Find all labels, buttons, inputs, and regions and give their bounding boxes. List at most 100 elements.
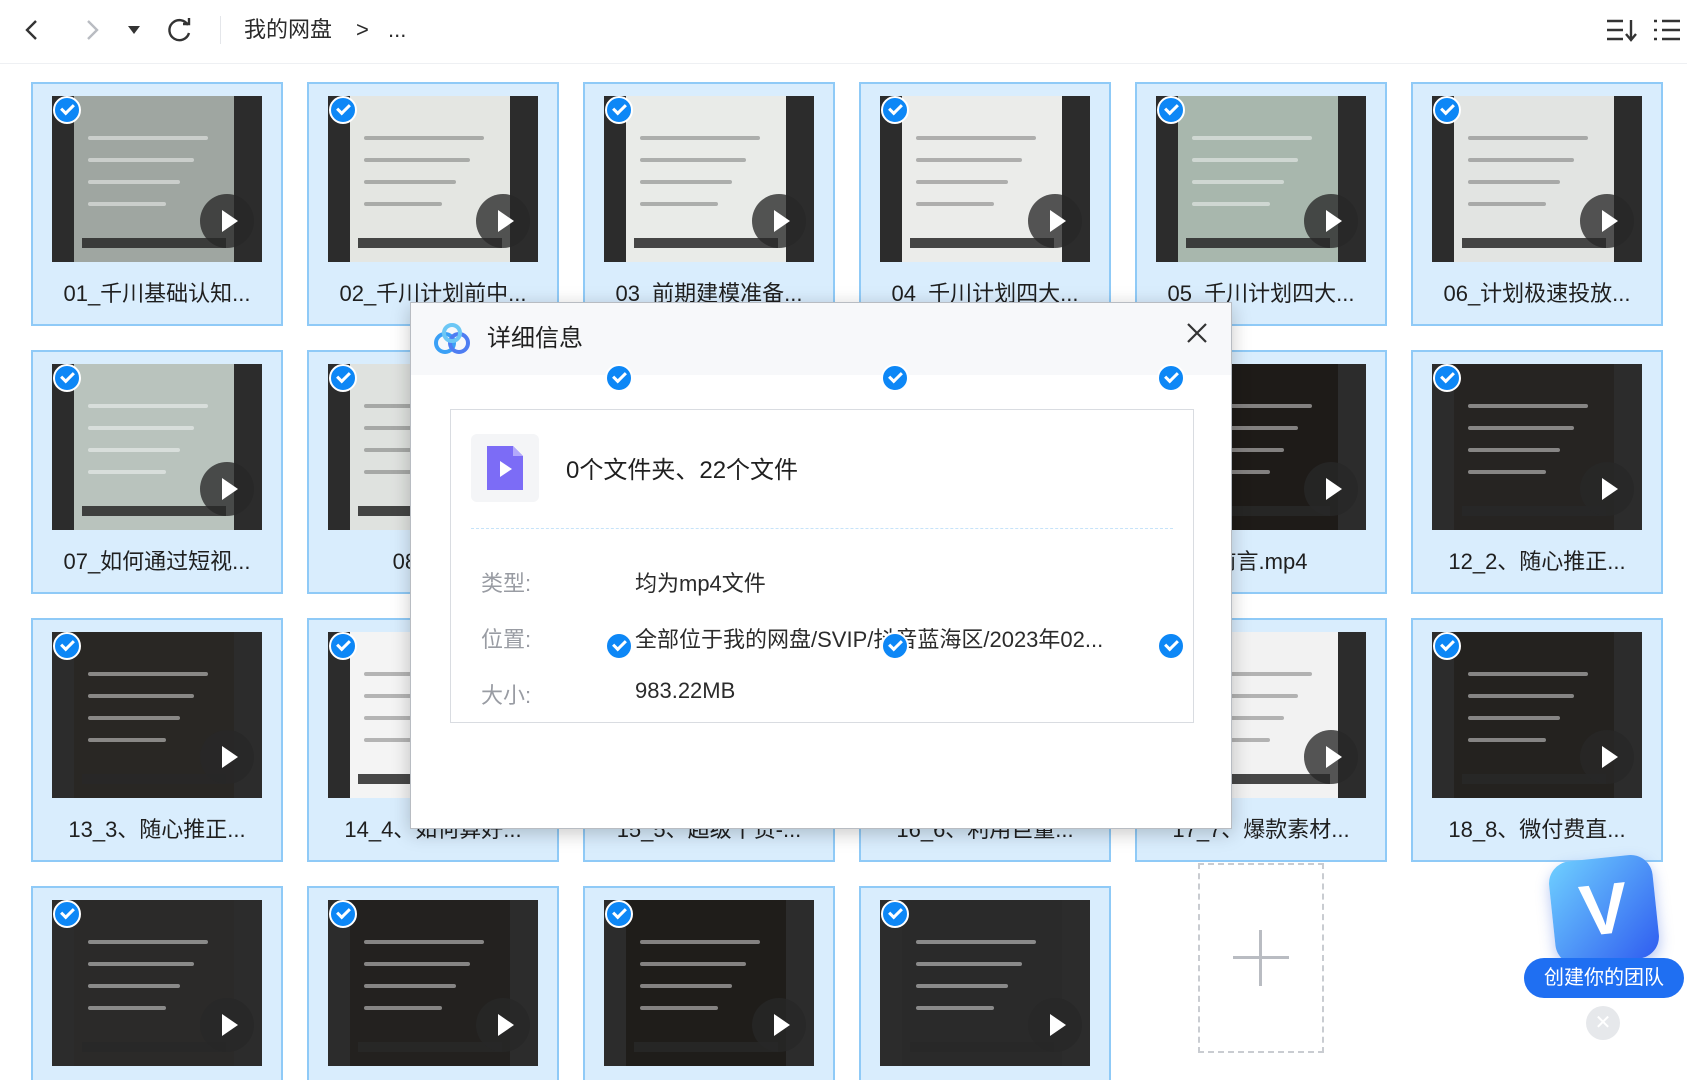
video-thumbnail bbox=[52, 632, 262, 798]
selected-check-icon[interactable] bbox=[605, 632, 633, 660]
svip-v-icon: V bbox=[1546, 852, 1662, 968]
promo-close-icon[interactable]: ✕ bbox=[1586, 1006, 1620, 1040]
play-icon[interactable] bbox=[1028, 194, 1082, 248]
card-divider bbox=[471, 528, 1173, 529]
selected-check-icon[interactable] bbox=[53, 632, 81, 660]
play-icon[interactable] bbox=[1304, 194, 1358, 248]
dialog-header: 详细信息 bbox=[411, 303, 1231, 375]
refresh-icon[interactable] bbox=[162, 12, 198, 48]
selected-check-icon[interactable] bbox=[329, 364, 357, 392]
selected-check-icon[interactable] bbox=[1433, 96, 1461, 124]
selected-check-icon[interactable] bbox=[1157, 632, 1185, 660]
play-icon[interactable] bbox=[200, 462, 254, 516]
play-icon[interactable] bbox=[200, 998, 254, 1052]
add-file-tile[interactable] bbox=[1198, 863, 1324, 1053]
baidu-netdisk-logo-icon bbox=[434, 323, 470, 354]
selected-check-icon[interactable] bbox=[1433, 364, 1461, 392]
file-tile[interactable]: 03_前期建模准备... bbox=[583, 82, 835, 326]
video-thumbnail bbox=[328, 900, 538, 1066]
play-icon[interactable] bbox=[476, 998, 530, 1052]
selected-check-icon[interactable] bbox=[881, 364, 909, 392]
selected-check-icon[interactable] bbox=[605, 364, 633, 392]
play-icon[interactable] bbox=[200, 194, 254, 248]
play-icon[interactable] bbox=[1580, 194, 1634, 248]
play-icon[interactable] bbox=[752, 194, 806, 248]
selected-check-icon[interactable] bbox=[329, 96, 357, 124]
file-tile[interactable]: 04_千川计划四大... bbox=[859, 82, 1111, 326]
plus-icon bbox=[1233, 930, 1289, 986]
file-tile[interactable]: 13_3、随心推正... bbox=[31, 618, 283, 862]
video-thumbnail bbox=[328, 96, 538, 262]
selected-check-icon[interactable] bbox=[53, 364, 81, 392]
breadcrumb-root[interactable]: 我的网盘 bbox=[244, 16, 332, 44]
file-tile[interactable] bbox=[583, 886, 835, 1080]
video-thumbnail bbox=[880, 900, 1090, 1066]
selected-check-icon[interactable] bbox=[1433, 632, 1461, 660]
close-icon[interactable] bbox=[1177, 313, 1217, 353]
file-tile[interactable] bbox=[859, 886, 1111, 1080]
play-icon[interactable] bbox=[1304, 730, 1358, 784]
selected-check-icon[interactable] bbox=[881, 96, 909, 124]
file-tile[interactable]: 18_8、微付费直... bbox=[1411, 618, 1663, 862]
play-icon[interactable] bbox=[1580, 462, 1634, 516]
play-icon[interactable] bbox=[1304, 462, 1358, 516]
file-tile[interactable] bbox=[307, 886, 559, 1080]
create-team-button[interactable]: 创建你的团队 bbox=[1524, 958, 1684, 998]
video-file-icon bbox=[471, 434, 539, 502]
video-thumbnail bbox=[1432, 364, 1642, 530]
selected-check-icon[interactable] bbox=[53, 96, 81, 124]
details-dialog: 详细信息 0个文件夹、22个文件 类型: 均为mp4文件 位置: 全部位于我的网… bbox=[410, 302, 1232, 829]
selected-check-icon[interactable] bbox=[605, 96, 633, 124]
back-icon[interactable] bbox=[14, 12, 50, 48]
video-thumbnail bbox=[604, 900, 814, 1066]
file-name: 18_8、微付费直... bbox=[1448, 817, 1626, 842]
play-icon[interactable] bbox=[752, 998, 806, 1052]
details-card: 0个文件夹、22个文件 类型: 均为mp4文件 位置: 全部位于我的网盘/SVI… bbox=[450, 409, 1194, 723]
size-label: 大小: bbox=[481, 683, 532, 708]
file-name: 01_千川基础认知... bbox=[63, 281, 251, 306]
play-icon[interactable] bbox=[476, 194, 530, 248]
view-mode-icon[interactable] bbox=[1650, 12, 1684, 48]
location-label: 位置: bbox=[481, 627, 532, 652]
file-tile[interactable]: 01_千川基础认知... bbox=[31, 82, 283, 326]
selected-check-icon[interactable] bbox=[329, 632, 357, 660]
file-name: 13_3、随心推正... bbox=[68, 817, 246, 842]
selected-check-icon[interactable] bbox=[881, 632, 909, 660]
selected-check-icon[interactable] bbox=[53, 900, 81, 928]
forward-icon[interactable] bbox=[74, 12, 110, 48]
dialog-title: 详细信息 bbox=[487, 325, 583, 352]
type-label: 类型: bbox=[481, 571, 532, 596]
video-thumbnail bbox=[604, 96, 814, 262]
selected-check-icon[interactable] bbox=[1157, 96, 1185, 124]
file-tile[interactable]: 07_如何通过短视... bbox=[31, 350, 283, 594]
file-name: 12_2、随心推正... bbox=[1448, 549, 1626, 574]
video-thumbnail bbox=[1156, 96, 1366, 262]
selected-check-icon[interactable] bbox=[329, 900, 357, 928]
play-icon[interactable] bbox=[1028, 998, 1082, 1052]
file-tile[interactable] bbox=[31, 886, 283, 1080]
video-thumbnail bbox=[52, 364, 262, 530]
selected-check-icon[interactable] bbox=[1157, 364, 1185, 392]
file-name: 06_计划极速投放... bbox=[1443, 281, 1631, 306]
location-value[interactable]: 全部位于我的网盘/SVIP/抖音蓝海区/2023年02... bbox=[635, 622, 1103, 654]
file-tile[interactable]: 12_2、随心推正... bbox=[1411, 350, 1663, 594]
video-thumbnail bbox=[52, 900, 262, 1066]
video-thumbnail bbox=[1432, 96, 1642, 262]
selected-check-icon[interactable] bbox=[881, 900, 909, 928]
video-thumbnail bbox=[1432, 632, 1642, 798]
sort-icon[interactable] bbox=[1604, 12, 1640, 48]
toolbar-divider bbox=[220, 16, 221, 44]
history-dropdown-icon[interactable] bbox=[122, 12, 146, 48]
toolbar: 我的网盘 > ... bbox=[0, 0, 1687, 64]
video-thumbnail bbox=[52, 96, 262, 262]
file-tile[interactable]: 06_计划极速投放... bbox=[1411, 82, 1663, 326]
selected-check-icon[interactable] bbox=[605, 900, 633, 928]
file-tile[interactable]: 02_千川计划前中... bbox=[307, 82, 559, 326]
play-icon[interactable] bbox=[1580, 730, 1634, 784]
size-value: 983.22MB bbox=[635, 678, 736, 703]
file-tile[interactable]: 05_千川计划四大... bbox=[1135, 82, 1387, 326]
create-team-widget[interactable]: V 创建你的团队 ✕ bbox=[1524, 852, 1684, 1040]
breadcrumb-more[interactable]: ... bbox=[388, 16, 406, 44]
play-icon[interactable] bbox=[200, 730, 254, 784]
breadcrumb-separator: > bbox=[356, 17, 369, 42]
